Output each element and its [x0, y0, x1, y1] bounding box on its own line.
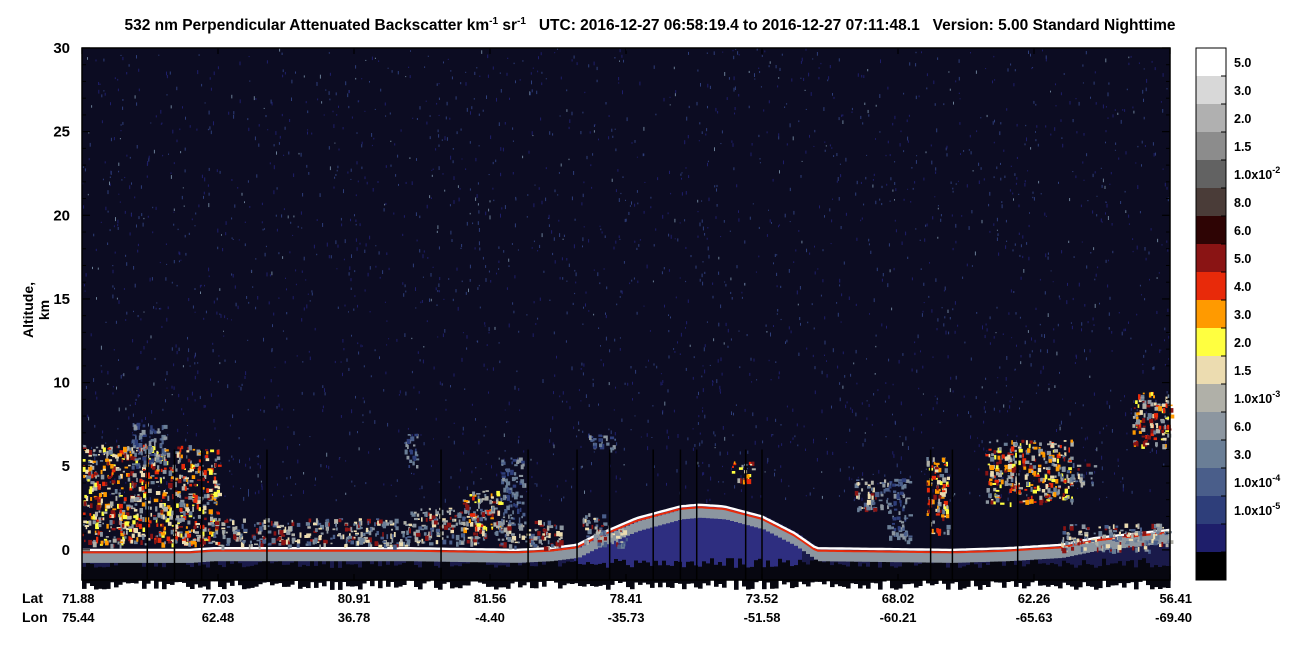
- lat-value: 68.02: [882, 591, 915, 606]
- y-tick-label: 10: [53, 375, 70, 392]
- colorbar-label: 4.0: [1234, 280, 1251, 294]
- lon-value: -51.58: [744, 610, 781, 625]
- plot-area: 051015202530 5.03.02.01.51.0x10-28.06.05…: [22, 40, 1280, 625]
- colorbar-label: 1.0x10-4: [1234, 473, 1280, 490]
- lon-value: -65.63: [1016, 610, 1053, 625]
- lon-value: -60.21: [880, 610, 917, 625]
- colorbar-label: 1.5: [1234, 140, 1251, 154]
- colorbar-swatch: [1196, 76, 1226, 105]
- y-tick-label: 15: [53, 291, 70, 308]
- colorbar-swatch: [1196, 328, 1226, 357]
- lat-value: 62.26: [1018, 591, 1051, 606]
- lon-value: -69.40: [1155, 610, 1192, 625]
- colorbar-swatch: [1196, 384, 1226, 413]
- colorbar-swatch: [1196, 104, 1226, 133]
- colorbar-label: 8.0: [1234, 196, 1251, 210]
- plot-background: [82, 48, 1170, 580]
- lat-value: 81.56: [474, 591, 507, 606]
- lon-value: 36.78: [338, 610, 371, 625]
- lat-value: 56.41: [1159, 591, 1192, 606]
- lat-value: 77.03: [202, 591, 235, 606]
- colorbar-label-exponent: -5: [1272, 501, 1280, 511]
- lat-lon-rows: Lat Lon 71.88 75.44 77.03 62.48 80.91 36.78 81.5…: [22, 590, 1192, 625]
- colorbar-swatch: [1196, 496, 1226, 525]
- colorbar: 5.0 3.0 2.0 1.5 1.0x10-2 8.0 6.0 5.0 4.0 3.0 2.0 1.…: [1195, 47, 1280, 581]
- lon-row-label: Lon: [22, 609, 48, 625]
- colorbar-label: 3.0: [1234, 448, 1251, 462]
- colorbar-label: 1.5: [1234, 364, 1251, 378]
- colorbar-swatch: [1196, 244, 1226, 273]
- lat-value: 80.91: [338, 591, 371, 606]
- colorbar-swatch: [1196, 468, 1226, 497]
- lat-value: 73.52: [746, 591, 779, 606]
- y-tick-label: 30: [53, 40, 70, 57]
- colorbar-label-exponent: -3: [1272, 389, 1280, 399]
- colorbar-swatch: [1196, 188, 1226, 217]
- colorbar-swatch: [1196, 524, 1226, 553]
- lon-value: 62.48: [202, 610, 235, 625]
- colorbar-swatch: [1196, 440, 1226, 469]
- y-tick-label: 20: [53, 207, 70, 224]
- colorbar-label: 2.0: [1234, 112, 1251, 126]
- colorbar-swatch: [1196, 412, 1226, 441]
- colorbar-label: 2.0: [1234, 336, 1251, 350]
- colorbar-swatch: [1196, 272, 1226, 301]
- colorbar-swatch: [1196, 132, 1226, 161]
- colorbar-swatch: [1196, 48, 1226, 77]
- colorbar-label: 6.0: [1234, 224, 1251, 238]
- lat-value: 78.41: [610, 591, 643, 606]
- colorbar-swatch: [1196, 216, 1226, 245]
- y-tick-label: 5: [62, 458, 70, 475]
- colorbar-label: 5.0: [1234, 56, 1251, 70]
- colorbar-label: 3.0: [1234, 84, 1251, 98]
- lat-row-label: Lat: [22, 590, 43, 606]
- colorbar-swatch: [1196, 356, 1226, 385]
- lon-value: -35.73: [608, 610, 645, 625]
- colorbar-label: 3.0: [1234, 308, 1251, 322]
- lat-value: 71.88: [62, 591, 95, 606]
- y-tick-label: 25: [53, 124, 70, 141]
- colorbar-label-exponent: -2: [1272, 165, 1280, 175]
- colorbar-label: 1.0x10-5: [1234, 501, 1280, 518]
- colorbar-label: 5.0: [1234, 252, 1251, 266]
- backscatter-image: [82, 48, 1175, 590]
- colorbar-swatch: [1196, 160, 1226, 189]
- y-tick-label: 0: [62, 542, 70, 559]
- colorbar-label-exponent: -4: [1272, 473, 1280, 483]
- colorbar-swatch: [1196, 300, 1226, 329]
- colorbar-label: 1.0x10-2: [1234, 165, 1280, 182]
- colorbar-label: 6.0: [1234, 420, 1251, 434]
- lon-value: -4.40: [475, 610, 505, 625]
- lon-value: 75.44: [62, 610, 95, 625]
- colorbar-label: 1.0x10-3: [1234, 389, 1280, 406]
- colorbar-swatch: [1196, 552, 1226, 581]
